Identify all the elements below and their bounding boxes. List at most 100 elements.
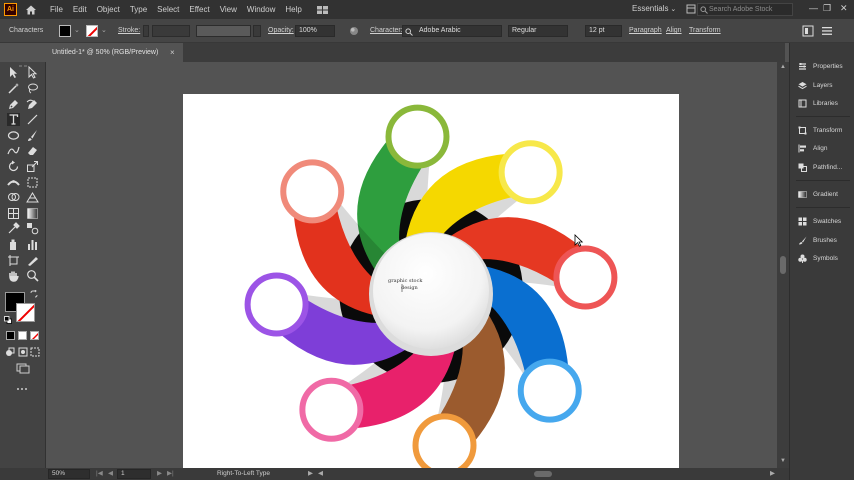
- font-size-field[interactable]: 12 pt: [585, 25, 622, 37]
- artboard-tool-icon[interactable]: [7, 254, 20, 267]
- ellipse-tool-icon[interactable]: [7, 129, 20, 142]
- selection-tool-icon[interactable]: [7, 66, 20, 79]
- perspective-grid-tool-icon[interactable]: [26, 191, 39, 204]
- zoom-tool-icon[interactable]: [26, 269, 39, 282]
- menu-object[interactable]: Object: [97, 5, 120, 14]
- next-artboard-icon[interactable]: ▶: [157, 468, 162, 480]
- first-artboard-icon[interactable]: |◀: [96, 468, 103, 480]
- draw-inside-icon[interactable]: [30, 347, 40, 357]
- symbol-sprayer-tool-icon[interactable]: [7, 238, 20, 251]
- eraser-tool-icon[interactable]: [26, 144, 39, 157]
- scroll-left-icon[interactable]: ◀: [318, 468, 323, 480]
- type-tool-icon[interactable]: [7, 113, 20, 126]
- draw-behind-icon[interactable]: [18, 347, 28, 357]
- column-graph-tool-icon[interactable]: [26, 238, 39, 251]
- gradient-tool-icon[interactable]: [26, 207, 39, 220]
- scroll-right-icon[interactable]: ▶: [770, 468, 775, 480]
- stroke-weight-stepper[interactable]: [143, 25, 149, 37]
- menu-select[interactable]: Select: [157, 5, 179, 14]
- panel-layers[interactable]: Layers: [798, 79, 833, 91]
- variable-width-profile[interactable]: [196, 25, 251, 37]
- stroke-weight-field[interactable]: [152, 25, 190, 37]
- last-artboard-icon[interactable]: ▶|: [167, 468, 174, 480]
- stroke-label[interactable]: Stroke:: [118, 19, 140, 43]
- panel-properties[interactable]: Properties: [798, 60, 843, 72]
- lasso-tool-icon[interactable]: [26, 82, 39, 95]
- font-family-field[interactable]: Adobe Arabic: [402, 25, 502, 37]
- menu-help[interactable]: Help: [285, 5, 301, 14]
- hamburger-menu-icon[interactable]: [822, 27, 832, 35]
- menu-effect[interactable]: Effect: [189, 5, 209, 14]
- stroke-dropdown-icon[interactable]: ⌄: [101, 19, 107, 43]
- width-tool-icon[interactable]: [7, 176, 20, 189]
- magic-wand-tool-icon[interactable]: [7, 82, 20, 95]
- mesh-tool-icon[interactable]: [7, 207, 20, 220]
- none-mode-button[interactable]: [30, 331, 39, 340]
- recolor-icon[interactable]: [349, 26, 359, 36]
- panel-pathfinder[interactable]: Pathfind...: [798, 161, 842, 173]
- brush-dropdown[interactable]: [253, 25, 261, 37]
- panel-swatches[interactable]: Swatches: [798, 215, 841, 227]
- opacity-label[interactable]: Opacity:: [268, 19, 294, 43]
- vertical-scrollbar[interactable]: ▲ ▼: [777, 62, 789, 468]
- zoom-level-field[interactable]: 50%: [48, 469, 90, 479]
- canvas-text-line2[interactable]: design: [401, 285, 419, 291]
- canvas-text-line1[interactable]: graphic stock: [388, 278, 423, 284]
- opacity-field[interactable]: 100%: [295, 25, 335, 37]
- stroke-swatch[interactable]: [86, 25, 98, 37]
- shaper-tool-icon[interactable]: [7, 144, 20, 157]
- transform-label[interactable]: Transform: [689, 19, 721, 43]
- tab-close-icon[interactable]: ×: [170, 43, 175, 62]
- minimize-button[interactable]: —: [809, 3, 818, 13]
- workspace-switcher[interactable]: Essentials: [632, 4, 676, 13]
- rotate-tool-icon[interactable]: [7, 160, 20, 173]
- eyedropper-tool-icon[interactable]: [7, 222, 20, 235]
- blend-tool-icon[interactable]: [26, 222, 39, 235]
- gradient-mode-button[interactable]: [18, 331, 27, 340]
- default-colors-icon[interactable]: [4, 316, 12, 324]
- maximize-button[interactable]: ❐: [823, 3, 831, 14]
- menu-view[interactable]: View: [220, 5, 237, 14]
- menu-window[interactable]: Window: [247, 5, 275, 14]
- menu-type[interactable]: Type: [130, 5, 147, 14]
- panel-symbols[interactable]: Symbols: [798, 252, 838, 264]
- direct-selection-tool-icon[interactable]: [26, 66, 39, 79]
- stock-search-input[interactable]: Search Adobe Stock: [697, 3, 793, 16]
- scroll-up-icon[interactable]: ▲: [780, 64, 786, 70]
- scroll-down-icon[interactable]: ▼: [780, 458, 786, 464]
- horizontal-scroll-thumb[interactable]: [534, 471, 552, 477]
- align-label[interactable]: Align: [666, 19, 682, 43]
- line-segment-tool-icon[interactable]: [26, 113, 39, 126]
- panel-gradient[interactable]: Gradient: [798, 188, 838, 200]
- screen-mode-icon[interactable]: [16, 363, 30, 374]
- home-icon[interactable]: [25, 4, 37, 16]
- center-circle[interactable]: [369, 232, 493, 356]
- slice-tool-icon[interactable]: [26, 254, 39, 267]
- artboard[interactable]: graphic stock design: [183, 94, 679, 468]
- panel-transform[interactable]: Transform: [798, 124, 842, 136]
- font-style-field[interactable]: Regular: [508, 25, 568, 37]
- menu-edit[interactable]: Edit: [73, 5, 87, 14]
- artboard-number-field[interactable]: 1: [117, 469, 151, 479]
- panel-align[interactable]: Align: [798, 142, 827, 154]
- paintbrush-tool-icon[interactable]: [26, 129, 39, 142]
- arrange-documents-icon[interactable]: [316, 5, 330, 15]
- document-tab[interactable]: Untitled-1* @ 50% (RGB/Preview) ×: [46, 43, 183, 62]
- color-mode-button[interactable]: [6, 331, 15, 340]
- fill-dropdown-icon[interactable]: ⌄: [74, 19, 80, 43]
- fill-swatch[interactable]: [59, 25, 71, 37]
- vertical-scroll-thumb[interactable]: [780, 256, 786, 274]
- hand-tool-icon[interactable]: [7, 269, 20, 282]
- paragraph-label[interactable]: Paragraph: [629, 19, 662, 43]
- free-transform-tool-icon[interactable]: [26, 176, 39, 189]
- character-label[interactable]: Character:: [370, 19, 403, 43]
- shape-builder-tool-icon[interactable]: [7, 191, 20, 204]
- workspace-icon[interactable]: [686, 4, 696, 14]
- pen-tool-icon[interactable]: [7, 98, 20, 111]
- panel-menu-icon[interactable]: [802, 25, 814, 37]
- panel-brushes[interactable]: Brushes: [798, 234, 837, 246]
- swap-colors-icon[interactable]: [30, 290, 38, 298]
- stroke-color-swatch[interactable]: [16, 303, 35, 322]
- menu-file[interactable]: File: [50, 5, 63, 14]
- curvature-tool-icon[interactable]: [26, 98, 39, 111]
